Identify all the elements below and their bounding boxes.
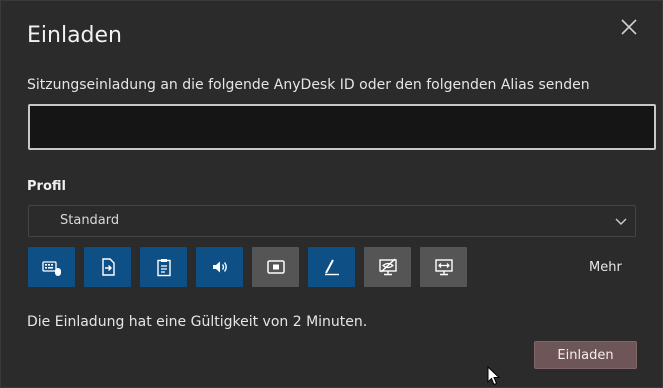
privacy-mode-icon [378,258,397,276]
whiteboard-pen-icon [324,259,339,276]
chevron-down-icon [615,218,627,225]
permission-keyboard-mouse-button[interactable] [28,247,75,287]
permission-file-transfer-button[interactable] [84,247,131,287]
profile-selected-value: Standard [60,213,120,228]
permission-whiteboard-button[interactable] [308,247,355,287]
invite-dialog: Einladen Sitzungseinladung an die folgen… [0,0,663,388]
more-button[interactable]: Mehr [589,260,622,275]
validity-text: Die Einladung hat eine Gültigkeit von 2 … [27,314,368,330]
permission-audio-button[interactable] [196,247,243,287]
profile-select[interactable]: Standard [28,205,636,237]
file-transfer-icon [101,258,115,276]
clipboard-icon [156,259,171,277]
display-switch-icon [434,259,453,276]
close-icon[interactable] [617,15,641,39]
speaker-icon [212,261,227,273]
screen-record-icon [266,260,285,274]
permission-display-switch-button[interactable] [420,247,467,287]
keyboard-mouse-icon [41,261,61,276]
profile-label: Profil [27,179,66,194]
permission-privacy-mode-button[interactable] [364,247,411,287]
invite-button[interactable]: Einladen [534,341,637,369]
permission-screen-record-button[interactable] [252,247,299,287]
anydesk-id-input[interactable] [28,104,656,150]
mouse-cursor-icon [487,366,501,386]
permission-clipboard-button[interactable] [140,247,187,287]
dialog-title: Einladen [27,23,122,48]
invite-instruction: Sitzungseinladung an die folgende AnyDes… [27,77,590,93]
